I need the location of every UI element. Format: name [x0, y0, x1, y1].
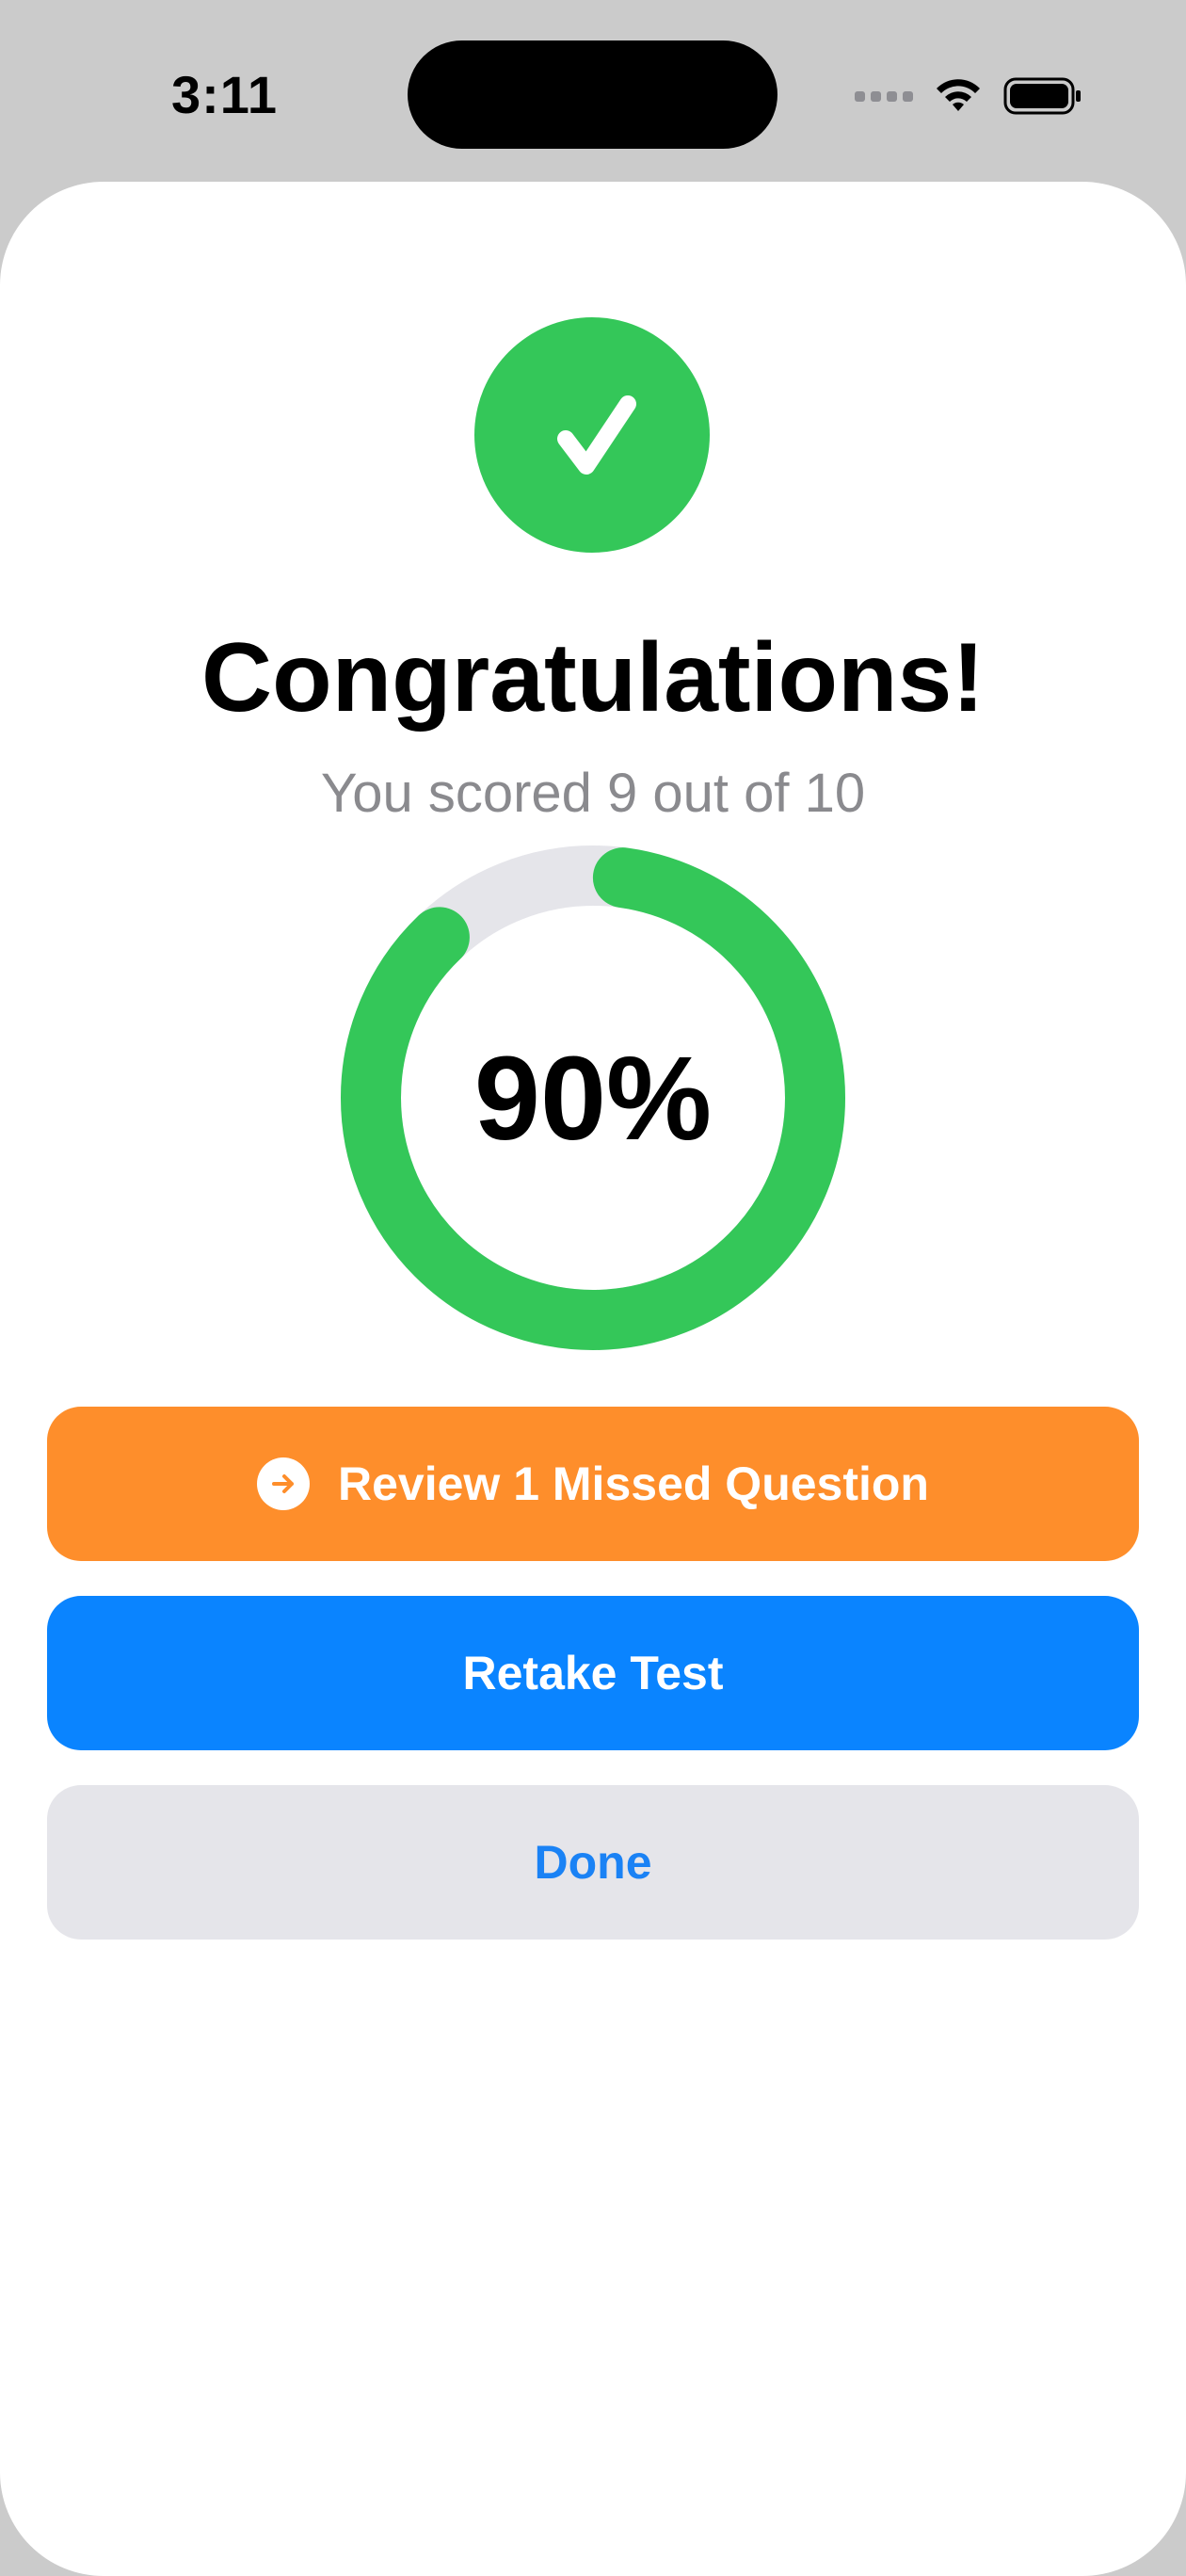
screen: 3:11 Congratulations! You scored 9 out o… [0, 0, 1186, 2576]
retake-test-button[interactable]: Retake Test [47, 1596, 1139, 1750]
retake-test-label: Retake Test [462, 1647, 724, 1699]
dynamic-island [408, 40, 777, 149]
page-title: Congratulations! [201, 623, 985, 733]
score-ring: 90% [341, 845, 845, 1350]
score-percent: 90% [473, 1031, 713, 1165]
done-label: Done [534, 1836, 652, 1889]
success-badge [474, 317, 710, 553]
wifi-icon [937, 79, 980, 111]
arrow-right-circle-icon [257, 1457, 310, 1510]
checkmark-icon [557, 395, 636, 475]
signal-icon [855, 90, 913, 102]
review-missed-label: Review 1 Missed Question [338, 1457, 929, 1510]
score-subtitle: You scored 9 out of 10 [320, 763, 866, 824]
status-icons [855, 70, 1082, 122]
status-time: 3:11 [171, 65, 278, 124]
battery-icon [1003, 77, 1081, 115]
done-button[interactable]: Done [47, 1785, 1139, 1940]
review-missed-button[interactable]: Review 1 Missed Question [47, 1407, 1139, 1561]
